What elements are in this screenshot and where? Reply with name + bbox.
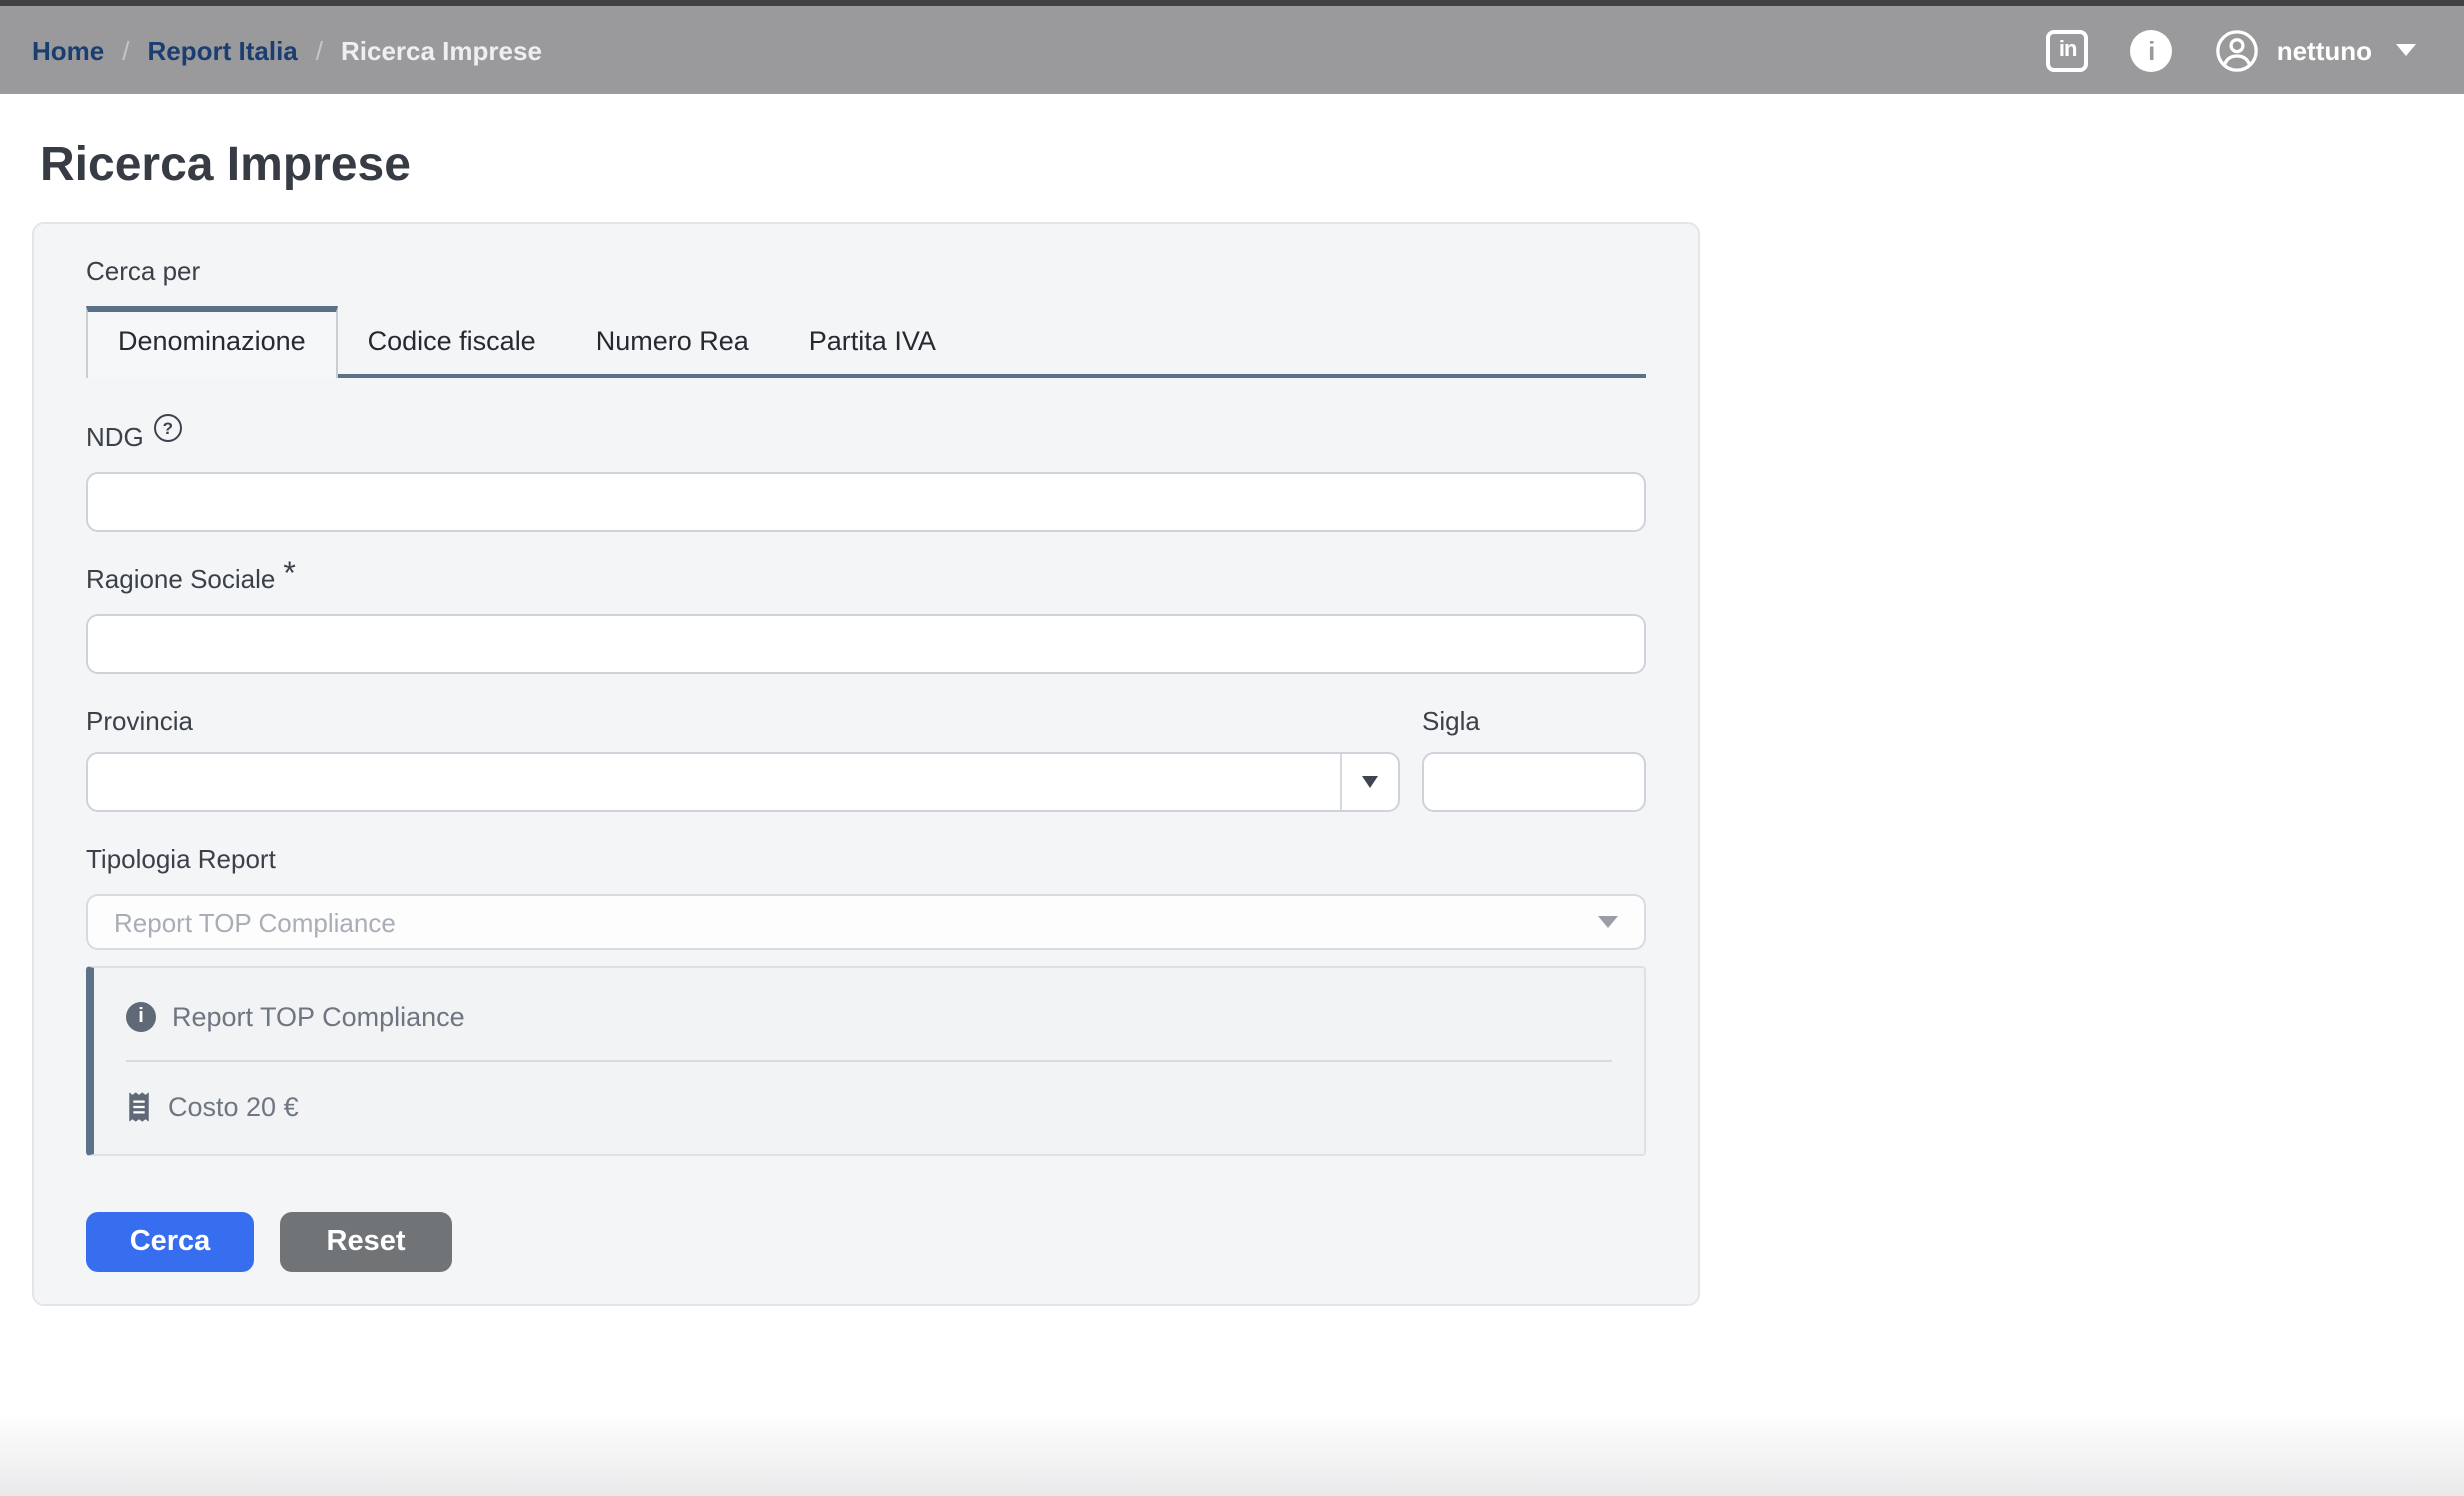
page-title: Ricerca Imprese [40,138,2464,194]
breadcrumb: Home / Report Italia / Ricerca Imprese [32,35,542,65]
report-info-panel: i Report TOP Compliance Costo 20 € [86,966,1646,1156]
ndg-input[interactable] [86,472,1646,532]
tipologia-report-select[interactable]: Report TOP Compliance [86,894,1646,950]
ragione-sociale-input[interactable] [86,614,1646,674]
report-name-row: i Report TOP Compliance [126,1002,1612,1032]
search-button[interactable]: Cerca [86,1212,254,1272]
chevron-down-icon [2396,44,2416,56]
provincia-field: Provincia [86,704,1400,812]
provincia-label: Provincia [86,706,193,736]
report-cost-row: Costo 20 € [126,1090,1612,1124]
app-viewport: Home / Report Italia / Ricerca Imprese i… [0,0,2464,1496]
info-icon[interactable]: i [2131,29,2173,71]
caret-down-icon [1598,916,1618,928]
breadcrumb-home[interactable]: Home [32,35,104,65]
user-avatar-icon [2215,27,2261,73]
tipologia-report-field: Tipologia Report Report TOP Compliance [86,842,1646,950]
report-name-text: Report TOP Compliance [172,1002,465,1032]
caret-down-icon [1362,776,1378,788]
app-header: Home / Report Italia / Ricerca Imprese i… [0,6,2464,94]
info-panel-divider [126,1060,1612,1062]
provincia-combobox[interactable] [86,752,1400,812]
breadcrumb-report-italia[interactable]: Report Italia [148,35,298,65]
bottom-fade [0,1412,2464,1496]
search-by-label: Cerca per [86,256,1646,286]
ndg-label: NDG [86,422,144,452]
tipologia-report-label: Tipologia Report [86,844,276,874]
user-name: nettuno [2277,35,2372,65]
breadcrumb-current: Ricerca Imprese [341,35,542,65]
breadcrumb-separator: / [316,35,323,65]
provincia-dropdown-button[interactable] [1342,754,1398,810]
tab-partita-iva[interactable]: Partita IVA [779,312,966,374]
tab-denominazione[interactable]: Denominazione [86,306,338,378]
reset-button[interactable]: Reset [280,1212,452,1272]
tipologia-report-selected-value: Report TOP Compliance [114,907,396,937]
breadcrumb-separator: / [122,35,129,65]
info-circle-icon: i [126,1002,156,1032]
required-asterisk: * [283,558,295,592]
search-form-card: Cerca per Denominazione Codice fiscale N… [32,222,1700,1306]
ndg-field: NDG? [86,414,1646,532]
receipt-icon [126,1090,152,1124]
ragione-sociale-field: Ragione Sociale* [86,562,1646,674]
linkedin-icon[interactable]: in [2047,29,2089,71]
provincia-sigla-row: Provincia Sigla [86,704,1646,812]
user-menu[interactable]: nettuno [2215,27,2416,73]
report-cost-text: Costo 20 € [168,1092,299,1122]
help-icon[interactable]: ? [154,414,182,442]
tab-numero-rea[interactable]: Numero Rea [566,312,779,374]
search-type-tabs: Denominazione Codice fiscale Numero Rea … [86,306,1646,378]
sigla-field: Sigla [1422,704,1646,812]
sigla-label: Sigla [1422,706,1480,736]
provincia-input[interactable] [88,754,1340,810]
sigla-input[interactable] [1422,752,1646,812]
form-actions: Cerca Reset [86,1212,1646,1272]
ragione-sociale-label: Ragione Sociale [86,564,275,594]
header-actions: in i nettuno [2047,27,2416,73]
tab-codice-fiscale[interactable]: Codice fiscale [338,312,566,374]
